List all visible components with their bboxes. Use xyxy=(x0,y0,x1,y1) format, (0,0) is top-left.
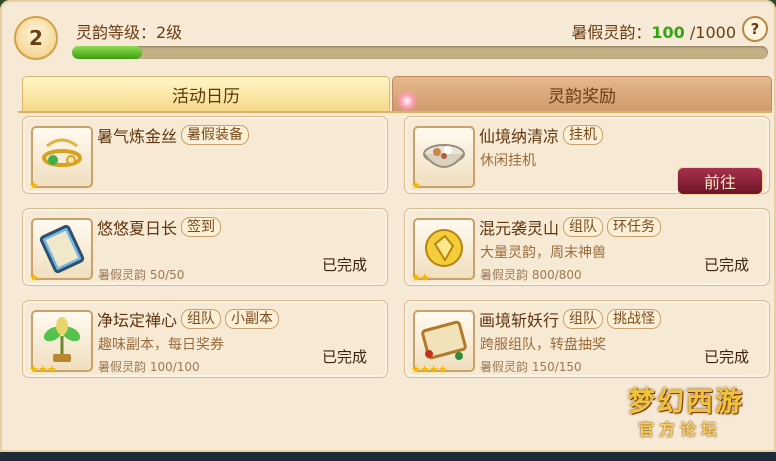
card-status: 已完成 xyxy=(321,348,367,366)
card-name: 悠悠夏日长 xyxy=(97,219,178,238)
points-label: 暑假灵韵： xyxy=(571,23,652,42)
card-tag: 挂机 xyxy=(563,125,604,145)
star-rating: ★★★ xyxy=(29,363,57,376)
card-name: 仙境纳清凉 xyxy=(479,127,560,146)
card-tag: 环任务 xyxy=(607,217,662,237)
card-desc: 休闲挂机 xyxy=(480,153,536,169)
activity-card[interactable]: ★ 悠悠夏日长 签到 暑假灵韵 50/50 已完成 xyxy=(22,208,388,286)
dessert-bowl-icon xyxy=(413,126,475,188)
card-title-row: 悠悠夏日长 签到 xyxy=(97,215,222,239)
card-desc: 趣味副本，每日奖券 xyxy=(98,337,224,353)
card-progress: 暑假灵韵 150/150 xyxy=(480,360,582,374)
help-button[interactable]: ? xyxy=(742,16,768,42)
game-logo: 梦幻西游 官方论坛 xyxy=(628,380,768,450)
activity-card[interactable]: ★★★★ 画境斩妖行 组队 挑战怪 跨服组队，转盘抽奖 暑假灵韵 150/150… xyxy=(404,300,770,378)
card-title-row: 暑气炼金丝 暑假装备 xyxy=(97,123,250,147)
star-rating: ★★★★ xyxy=(411,363,447,376)
card-tag: 组队 xyxy=(181,309,222,329)
activity-card[interactable]: ★★★ 净坛定禅心 组队 小副本 趣味副本，每日奖券 暑假灵韵 100/100 … xyxy=(22,300,388,378)
game-toolbar-strip xyxy=(0,452,776,461)
card-progress: 暑假灵韵 100/100 xyxy=(98,360,200,374)
go-button[interactable]: 前往 xyxy=(677,167,763,195)
tab-divider xyxy=(18,111,772,113)
sparkle-effect xyxy=(396,90,418,112)
level-progress-fill xyxy=(72,46,142,59)
star-rating: ★ xyxy=(29,271,39,284)
level-number: 2 xyxy=(29,26,43,50)
activity-panel: 2 灵韵等级：2级 暑假灵韵：100 /1000 ? 活动日历 灵韵奖励 ★ 暑… xyxy=(0,0,776,452)
card-progress: 暑假灵韵 800/800 xyxy=(480,268,582,282)
activity-card[interactable]: ★ 仙境纳清凉 挂机 休闲挂机 前往 xyxy=(404,116,770,195)
card-name: 混元袭灵山 xyxy=(479,219,560,238)
logo-sub-text: 官方论坛 xyxy=(638,420,723,439)
card-name: 净坛定禅心 xyxy=(97,311,178,330)
level-progress-bar xyxy=(72,46,768,59)
card-title-row: 仙境纳清凉 挂机 xyxy=(479,123,604,147)
activity-card[interactable]: ★★ 混元袭灵山 组队 环任务 大量灵韵，周末神兽 暑假灵韵 800/800 已… xyxy=(404,208,770,286)
tab-activity-calendar[interactable]: 活动日历 xyxy=(22,76,390,112)
card-desc: 大量灵韵，周末神兽 xyxy=(480,245,606,261)
scroll-icon xyxy=(31,218,93,280)
card-tag: 小副本 xyxy=(225,309,280,329)
card-tag: 暑假装备 xyxy=(181,125,250,145)
card-tag: 挑战怪 xyxy=(607,309,662,329)
card-tag: 签到 xyxy=(181,217,222,237)
star-rating: ★★ xyxy=(411,271,430,284)
star-rating: ★ xyxy=(411,179,421,192)
golden-ornament-icon xyxy=(31,126,93,188)
card-status: 已完成 xyxy=(703,256,749,274)
tab-rewards[interactable]: 灵韵奖励 xyxy=(392,76,772,112)
activity-card[interactable]: ★ 暑气炼金丝 暑假装备 xyxy=(22,116,388,194)
points-current: 100 xyxy=(651,23,685,42)
card-desc: 跨服组队，转盘抽奖 xyxy=(480,337,606,353)
card-title-row: 混元袭灵山 组队 环任务 xyxy=(479,215,662,239)
card-status: 已完成 xyxy=(703,348,749,366)
card-status: 已完成 xyxy=(321,256,367,274)
card-name: 画境斩妖行 xyxy=(479,311,560,330)
card-tag: 组队 xyxy=(563,309,604,329)
level-text: 灵韵等级：2级 xyxy=(76,23,183,42)
card-tag: 组队 xyxy=(563,217,604,237)
card-progress: 暑假灵韵 50/50 xyxy=(98,268,185,282)
points-readout: 暑假灵韵：100 /1000 xyxy=(571,19,736,43)
logo-main-text: 梦幻西游 xyxy=(628,387,744,418)
star-rating: ★ xyxy=(29,179,39,192)
level-badge: 2 xyxy=(14,16,58,60)
card-title-row: 画境斩妖行 组队 挑战怪 xyxy=(479,307,662,331)
card-name: 暑气炼金丝 xyxy=(97,127,178,146)
card-title-row: 净坛定禅心 组队 小副本 xyxy=(97,307,280,331)
points-max: /1000 xyxy=(689,23,736,42)
